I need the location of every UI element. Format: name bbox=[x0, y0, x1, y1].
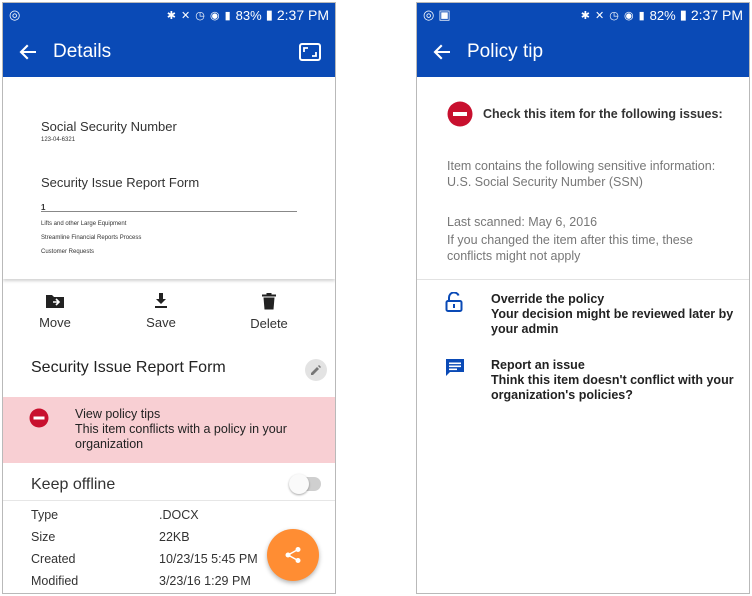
report-title: Report an issue bbox=[491, 358, 585, 372]
report-body: Think this item doesn't conflict with yo… bbox=[491, 373, 734, 402]
app-bar: Details bbox=[3, 27, 335, 77]
delete-label: Delete bbox=[250, 316, 288, 331]
battery-level: 83% bbox=[235, 7, 262, 23]
issues-header-text: Check this item for the following issues… bbox=[483, 107, 723, 121]
share-button[interactable] bbox=[267, 529, 319, 581]
stop-icon bbox=[447, 101, 473, 127]
keep-offline-label: Keep offline bbox=[31, 476, 116, 493]
page-title: Details bbox=[53, 41, 112, 62]
status-icons: ✱ ✕ ◷ ◉ ▮ bbox=[166, 9, 232, 22]
property-value: 10/23/15 5:45 PM bbox=[159, 552, 258, 566]
action-bar: Move Save Delete bbox=[3, 291, 335, 347]
changed-note-text: If you changed the item after this time,… bbox=[447, 233, 693, 263]
property-value: 3/23/16 1:29 PM bbox=[159, 574, 251, 588]
property-key: Size bbox=[31, 530, 56, 544]
download-icon bbox=[155, 293, 167, 308]
clock: 2:37 PM bbox=[276, 7, 329, 23]
delete-button[interactable]: Delete bbox=[229, 291, 309, 331]
clock: 2:37 PM bbox=[690, 7, 743, 23]
doc-line-2: Streamline Financial Reports Process bbox=[41, 235, 142, 241]
page-title: Policy tip bbox=[467, 41, 544, 62]
app-notification-icon: ◎ bbox=[9, 7, 21, 22]
doc-rule bbox=[41, 211, 297, 212]
share-icon bbox=[285, 547, 301, 563]
back-arrow-icon[interactable] bbox=[17, 41, 39, 63]
sensitive-info-text: Item contains the following sensitive in… bbox=[447, 159, 716, 189]
document-preview[interactable]: Social Security Number 123-04-6321 Secur… bbox=[3, 79, 335, 279]
doc-heading-ssn: Social Security Number bbox=[41, 119, 177, 134]
status-bar: ◎ ▣ ✱ ✕ ◷ ◉ ▮ 82% ▮ 2:37 PM bbox=[417, 3, 749, 27]
message-icon bbox=[446, 359, 464, 376]
status-bar: ◎ ✱ ✕ ◷ ◉ ▮ 83% ▮ 2:37 PM bbox=[3, 3, 335, 27]
fullscreen-icon[interactable] bbox=[299, 43, 321, 61]
edit-button[interactable] bbox=[305, 359, 327, 381]
doc-ssn-value: 123-04-6321 bbox=[41, 137, 76, 143]
property-key: Type bbox=[31, 508, 59, 522]
unlock-icon bbox=[445, 292, 463, 312]
divider bbox=[417, 279, 749, 280]
pencil-icon bbox=[311, 365, 321, 375]
battery-icon: ▮ bbox=[679, 7, 687, 22]
save-button[interactable]: Save bbox=[121, 291, 201, 330]
property-key: Modified bbox=[31, 574, 79, 588]
file-title: Security Issue Report Form bbox=[31, 359, 226, 376]
keep-offline-row: Keep offline bbox=[3, 469, 335, 501]
issues-header: Check this item for the following issues… bbox=[447, 101, 737, 131]
back-arrow-icon[interactable] bbox=[431, 41, 453, 63]
image-notification-icon: ▣ bbox=[438, 7, 451, 22]
doc-line-1: Lifts and other Large Equipment bbox=[41, 221, 127, 227]
move-button[interactable]: Move bbox=[15, 291, 95, 330]
policy-tip-title: View policy tips bbox=[75, 407, 161, 421]
move-icon bbox=[46, 295, 64, 308]
move-label: Move bbox=[39, 315, 71, 330]
keep-offline-toggle[interactable] bbox=[289, 474, 321, 494]
property-value: 22KB bbox=[159, 530, 190, 544]
battery-level: 82% bbox=[649, 7, 676, 23]
app-bar: Policy tip bbox=[417, 27, 749, 77]
override-body: Your decision might be reviewed later by… bbox=[491, 307, 734, 336]
status-icons: ✱ ✕ ◷ ◉ ▮ bbox=[580, 9, 646, 22]
stop-icon bbox=[29, 408, 49, 428]
property-key: Created bbox=[31, 552, 76, 566]
details-screen: ◎ ✱ ✕ ◷ ◉ ▮ 83% ▮ 2:37 PM Details Social… bbox=[2, 2, 336, 594]
trash-icon bbox=[262, 293, 276, 310]
doc-heading-form: Security Issue Report Form bbox=[41, 175, 200, 190]
battery-icon: ▮ bbox=[265, 7, 273, 22]
doc-line-3: Customer Requests bbox=[41, 249, 95, 255]
app-notification-icon: ◎ bbox=[423, 7, 435, 22]
override-title: Override the policy bbox=[491, 292, 605, 306]
property-value: .DOCX bbox=[159, 508, 199, 522]
policy-tip-banner[interactable]: View policy tips This item conflicts wit… bbox=[3, 397, 335, 463]
last-scanned-text: Last scanned: May 6, 2016 bbox=[447, 215, 598, 229]
property-row: Type .DOCX bbox=[31, 508, 331, 530]
save-label: Save bbox=[146, 315, 176, 330]
policy-tip-body: This item conflicts with a policy in you… bbox=[75, 422, 287, 451]
policy-tip-screen: ◎ ▣ ✱ ✕ ◷ ◉ ▮ 82% ▮ 2:37 PM Policy tip C… bbox=[416, 2, 750, 594]
